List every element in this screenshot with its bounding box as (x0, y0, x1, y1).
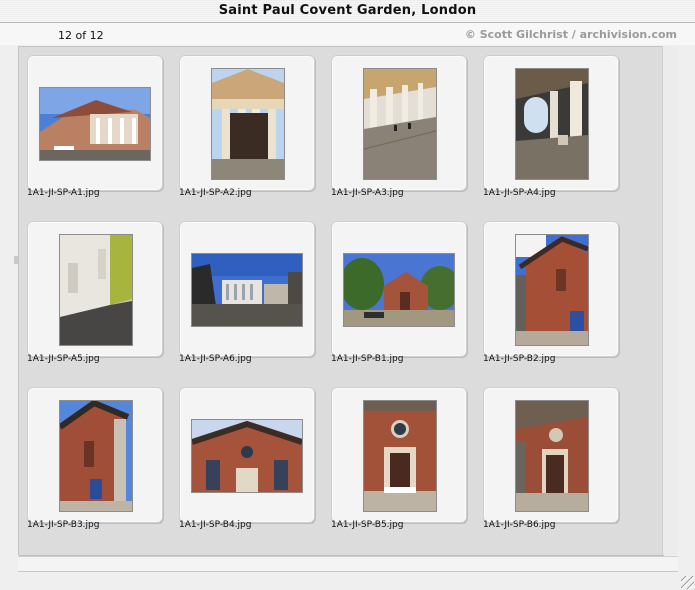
thumbnail-frame[interactable] (331, 387, 467, 523)
thumbnail-cell[interactable]: 1A1-JI-SP-B1.jpg (325, 213, 467, 367)
thumbnail-frame[interactable] (331, 55, 467, 191)
thumbnail-filename: 1A1-JI-SP-B6.jpg (483, 520, 556, 530)
thumbnail-frame[interactable] (27, 387, 163, 523)
thumbnail-filename: 1A1-JI-SP-A5.jpg (27, 354, 100, 364)
thumbnail-cell[interactable]: 1A1-JI-SP-A5.jpg (21, 213, 163, 367)
thumbnail-frame[interactable] (483, 221, 619, 357)
thumbnail-image[interactable] (60, 401, 132, 511)
thumbnail-cell[interactable]: 1A1-JI-SP-B3.jpg (21, 379, 163, 533)
thumbnail-filename: 1A1-JI-SP-B1.jpg (331, 354, 404, 364)
thumbnail-frame[interactable] (27, 55, 163, 191)
thumbnail-cell[interactable]: 1A1-JI-SP-B4.jpg (173, 379, 315, 533)
thumbnail-image[interactable] (364, 401, 436, 511)
thumbnail-image[interactable] (516, 69, 588, 179)
photo-credit: © Scott Gilchrist / archivision.com (464, 28, 677, 41)
item-count: 12 of 12 (58, 29, 104, 42)
thumbnail-cell[interactable]: 1A1-JI-SP-B6.jpg (477, 379, 619, 533)
thumbnail-frame[interactable] (27, 221, 163, 357)
thumbnail-frame[interactable] (483, 387, 619, 523)
window-title-bar[interactable]: Saint Paul Covent Garden, London (0, 0, 695, 23)
thumbnail-filename: 1A1-JI-SP-A6.jpg (179, 354, 252, 364)
vertical-scrollbar[interactable] (662, 46, 678, 555)
thumbnail-filename: 1A1-JI-SP-A3.jpg (331, 188, 404, 198)
thumbnail-image[interactable] (344, 254, 454, 326)
thumbnail-image[interactable] (192, 420, 302, 492)
thumbnail-frame[interactable] (179, 55, 315, 191)
thumbnail-filename: 1A1-JI-SP-A1.jpg (27, 188, 100, 198)
thumbnail-filename: 1A1-JI-SP-B2.jpg (483, 354, 556, 364)
thumbnail-filename: 1A1-JI-SP-B5.jpg (331, 520, 404, 530)
horizontal-scrollbar[interactable] (18, 556, 678, 572)
info-bar: 12 of 12 © Scott Gilchrist / archivision… (0, 23, 695, 45)
window-title: Saint Paul Covent Garden, London (218, 3, 477, 18)
thumbnail-cell[interactable]: 1A1-JI-SP-A6.jpg (173, 213, 315, 367)
thumbnail-image[interactable] (364, 69, 436, 179)
thumbnail-filename: 1A1-JI-SP-A2.jpg (179, 188, 252, 198)
thumbnail-cell[interactable]: 1A1-JI-SP-B2.jpg (477, 213, 619, 367)
thumbnail-cell[interactable]: 1A1-JI-SP-B5.jpg (325, 379, 467, 533)
thumbnail-cell[interactable]: 1A1-JI-SP-A4.jpg (477, 47, 619, 201)
thumbnail-cell[interactable]: 1A1-JI-SP-A1.jpg (21, 47, 163, 201)
thumbnail-image[interactable] (40, 88, 150, 160)
thumbnail-frame[interactable] (179, 387, 315, 523)
thumbnail-cell[interactable]: 1A1-JI-SP-A2.jpg (173, 47, 315, 201)
resize-grip-icon[interactable] (681, 576, 694, 589)
thumbnail-filename: 1A1-JI-SP-A4.jpg (483, 188, 556, 198)
thumbnail-frame[interactable] (331, 221, 467, 357)
thumbnail-image[interactable] (60, 235, 132, 345)
thumbnail-filename: 1A1-JI-SP-B3.jpg (27, 520, 100, 530)
thumbnail-frame[interactable] (179, 221, 315, 357)
thumbnail-pane: 1A1-JI-SP-A1.jpg 1A1-JI-SP-A2.jpg 1A1-JI… (18, 46, 663, 555)
thumbnail-image[interactable] (516, 235, 588, 345)
thumbnail-image[interactable] (516, 401, 588, 511)
thumbnail-filename: 1A1-JI-SP-B4.jpg (179, 520, 252, 530)
thumbnail-frame[interactable] (483, 55, 619, 191)
thumbnail-image[interactable] (212, 69, 284, 179)
thumbnail-image[interactable] (192, 254, 302, 326)
thumbnail-cell[interactable]: 1A1-JI-SP-A3.jpg (325, 47, 467, 201)
